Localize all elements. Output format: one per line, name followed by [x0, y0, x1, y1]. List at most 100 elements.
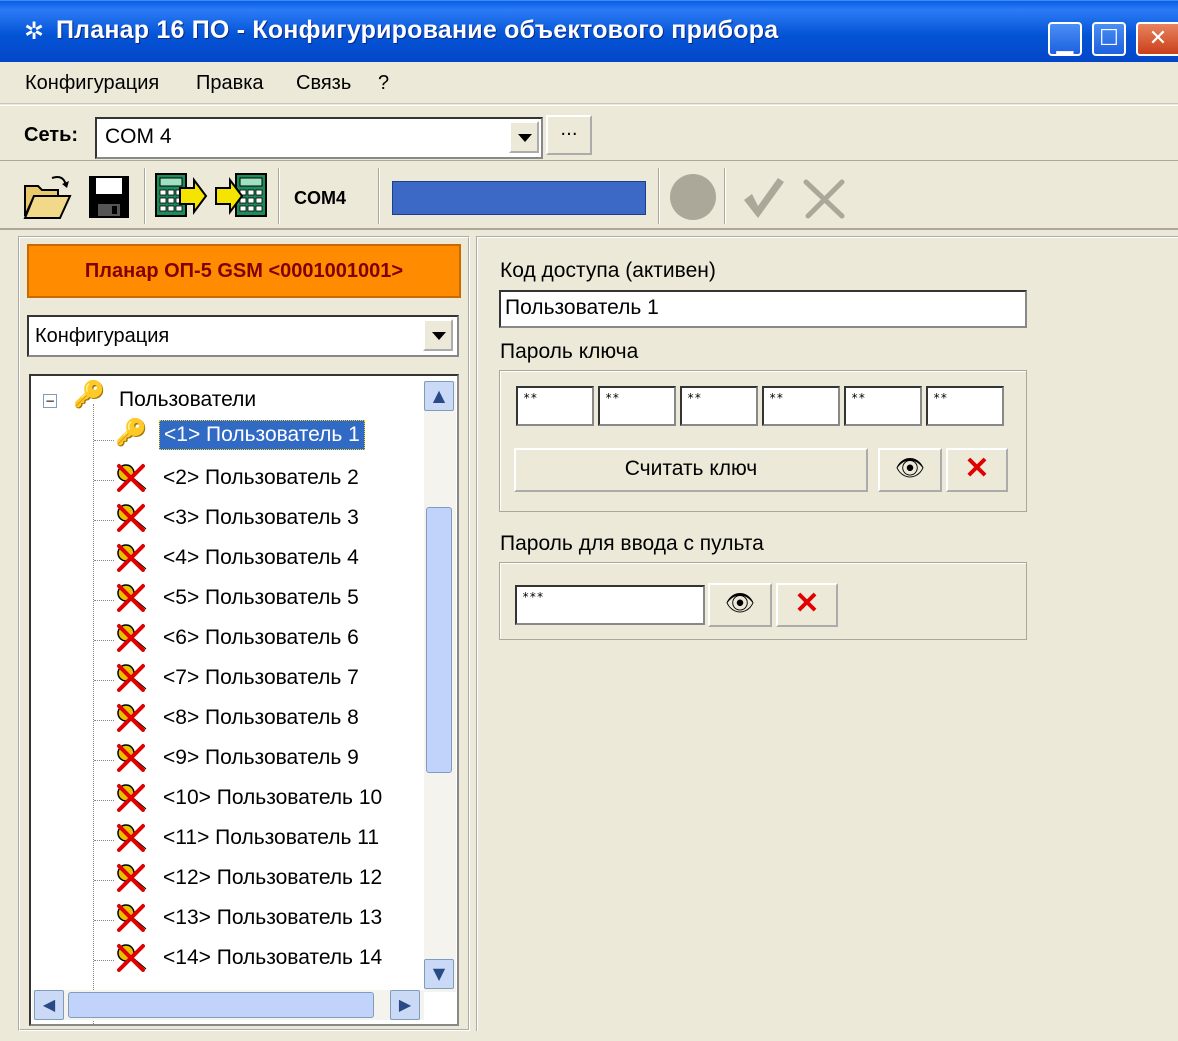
toolbar-separator	[278, 168, 280, 224]
menu-configuration[interactable]: Конфигурация	[25, 72, 159, 95]
disabled-key-icon	[115, 822, 149, 854]
clear-key-button[interactable]: ✕	[946, 448, 1008, 492]
tree-root-label: Пользователи	[119, 388, 257, 411]
disabled-key-icon	[115, 542, 149, 574]
show-key-button[interactable]: 👁	[878, 448, 942, 492]
save-icon[interactable]	[86, 172, 132, 222]
scroll-up-icon[interactable]: ▲	[424, 381, 454, 411]
show-console-password-button[interactable]: 👁	[708, 583, 772, 627]
tree-connector	[94, 600, 114, 601]
menu-bar	[0, 62, 1178, 104]
key-icon: 🔑	[115, 418, 148, 448]
eye-icon: 👁	[724, 590, 756, 617]
delete-icon: ✕	[794, 587, 820, 620]
gear-icon: ✲	[24, 17, 45, 45]
tree-item-label: <14> Пользователь 14	[163, 946, 383, 969]
tree-connector	[94, 920, 114, 921]
read-key-button[interactable]: Считать ключ	[514, 448, 868, 492]
tree-connector	[94, 480, 114, 481]
port-label: COM4	[294, 188, 347, 208]
progress-bar	[392, 181, 646, 215]
delete-icon: ✕	[964, 452, 990, 485]
menu-help[interactable]: ?	[378, 72, 389, 95]
tree-item-label: <9> Пользователь 9	[163, 746, 359, 769]
clear-console-password-button[interactable]: ✕	[776, 583, 838, 627]
key-byte-field[interactable]: **	[762, 386, 840, 426]
key-byte-field[interactable]: **	[516, 386, 594, 426]
view-select-value: Конфигурация	[35, 325, 170, 347]
chevron-down-icon[interactable]	[423, 319, 453, 351]
access-code-value: Пользователь 1	[505, 296, 659, 319]
read-device-icon[interactable]	[152, 170, 208, 222]
tree-connector	[94, 640, 114, 641]
chevron-down-icon[interactable]	[509, 121, 539, 153]
disabled-key-icon	[115, 622, 149, 654]
tree-item-label: <4> Пользователь 4	[163, 546, 359, 569]
key-byte-field[interactable]: **	[598, 386, 676, 426]
maximize-button[interactable]: ☐	[1092, 22, 1126, 56]
maximize-icon: ☐	[1099, 26, 1119, 51]
tree-connector	[94, 760, 114, 761]
close-icon: ✕	[1148, 26, 1168, 51]
menu-connection[interactable]: Связь	[296, 72, 351, 95]
tree-connector	[94, 520, 114, 521]
tree-connector	[94, 720, 114, 721]
scroll-thumb[interactable]	[68, 992, 374, 1018]
minimize-icon: ▁	[1056, 30, 1074, 55]
toolbar-separator	[144, 168, 146, 224]
disabled-key-icon	[115, 582, 149, 614]
key-byte-field[interactable]: **	[844, 386, 922, 426]
minimize-button[interactable]: ▁	[1048, 22, 1082, 56]
access-code-label: Код доступа (активен)	[500, 259, 716, 282]
disabled-key-icon	[115, 902, 149, 934]
key-byte-field[interactable]: **	[926, 386, 1004, 426]
cancel-icon[interactable]	[800, 174, 848, 222]
device-button[interactable]: Планар ОП-5 GSM <0001001001>	[27, 244, 461, 298]
scroll-right-icon[interactable]: ▶	[390, 990, 420, 1020]
close-button[interactable]: ✕	[1136, 22, 1178, 56]
tree-item-label: <11> Пользователь 11	[163, 826, 380, 849]
status-indicator-icon	[670, 174, 716, 220]
tree-horizontal-scrollbar[interactable]: ◀ ▶	[32, 990, 424, 1020]
disabled-key-icon	[115, 462, 149, 494]
network-select[interactable]: COM 4	[95, 117, 543, 159]
window-title: Планар 16 ПО - Конфигурирование объектов…	[56, 16, 779, 44]
open-folder-icon[interactable]	[22, 172, 74, 222]
tree-connector	[93, 404, 94, 1024]
network-label: Сеть:	[24, 124, 79, 146]
tree-connector	[94, 440, 114, 441]
disabled-key-icon	[115, 742, 149, 774]
key-byte-field[interactable]: **	[680, 386, 758, 426]
tree-item-label: <1> Пользователь 1	[159, 420, 365, 450]
tree-connector	[94, 680, 114, 681]
collapse-icon[interactable]: −	[43, 394, 57, 408]
key-password-label: Пароль ключа	[500, 340, 639, 363]
apply-icon[interactable]	[738, 172, 788, 222]
tree-item-label: <6> Пользователь 6	[163, 626, 359, 649]
disabled-key-icon	[115, 782, 149, 814]
console-password-field[interactable]: ***	[515, 585, 705, 625]
network-settings-button[interactable]: ...	[546, 115, 592, 155]
scroll-down-icon[interactable]: ▼	[424, 959, 454, 989]
access-code-field[interactable]: Пользователь 1	[499, 290, 1027, 328]
tree-item-label: <10> Пользователь 10	[163, 786, 383, 809]
disabled-key-icon	[115, 862, 149, 894]
tree-item-label: <7> Пользователь 7	[163, 666, 359, 689]
tree-vertical-scrollbar[interactable]: ▲ ▼	[424, 381, 456, 992]
write-device-icon[interactable]	[214, 170, 270, 222]
view-select[interactable]: Конфигурация	[27, 315, 459, 357]
scroll-left-icon[interactable]: ◀	[34, 990, 64, 1020]
tree-item-label: <13> Пользователь 13	[163, 906, 383, 929]
users-tree[interactable]: − 🔑 Пользователи 🔑 <1> Пользователь 1 <2…	[29, 374, 459, 1026]
tree-item-label: <12> Пользователь 12	[163, 866, 383, 889]
network-select-value: COM 4	[105, 125, 172, 148]
disabled-key-icon	[115, 662, 149, 694]
disabled-key-icon	[115, 942, 149, 974]
menu-edit[interactable]: Правка	[196, 72, 264, 95]
scroll-thumb[interactable]	[426, 507, 452, 773]
tree-item-label: <8> Пользователь 8	[163, 706, 359, 729]
tree-connector	[94, 560, 114, 561]
tree-connector	[94, 840, 114, 841]
tree-item-label: <2> Пользователь 2	[163, 466, 359, 489]
toolbar-separator	[378, 168, 380, 224]
